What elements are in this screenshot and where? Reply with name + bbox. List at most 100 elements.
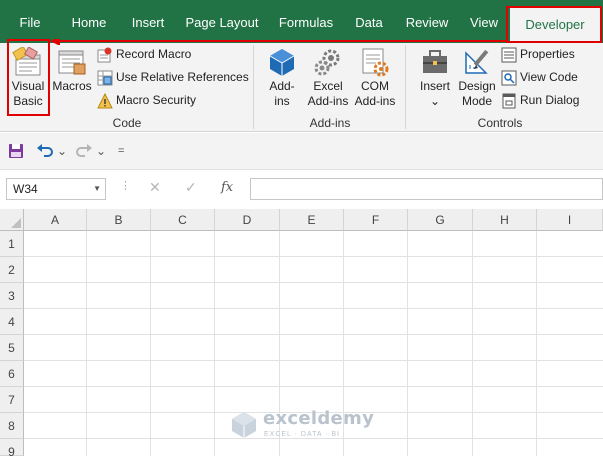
gridline	[24, 256, 603, 257]
insert-controls-label: Insert	[419, 79, 450, 93]
com-add-ins-button[interactable]: COM Add-ins	[352, 47, 398, 109]
tab-page-layout[interactable]: Page Layout	[182, 0, 262, 43]
formula-bar-resize-handle[interactable]: ⋮	[120, 179, 131, 192]
save-icon[interactable]	[8, 143, 24, 159]
enter-icon[interactable]: ✓	[185, 179, 197, 196]
controls-group-label: Controls	[477, 116, 523, 130]
formula-input[interactable]	[250, 178, 603, 200]
column-header-a[interactable]: A	[24, 209, 87, 231]
tab-data[interactable]: Data	[348, 0, 390, 43]
gridline	[214, 231, 215, 456]
gridline	[150, 231, 151, 456]
column-header-h[interactable]: H	[473, 209, 537, 231]
row-header-7[interactable]: 7	[0, 387, 24, 413]
row-header-5[interactable]: 5	[0, 335, 24, 361]
gears-icon	[314, 49, 340, 76]
excel-add-ins-button[interactable]: Excel Add-ins	[305, 47, 351, 109]
watermark-tagline: EXCEL · DATA · BI	[264, 431, 340, 438]
add-ins-button[interactable]: Add- ins	[262, 47, 302, 109]
gridline	[24, 360, 603, 361]
run-dialog-icon	[502, 93, 516, 109]
macro-security-button[interactable]: Macro Security	[97, 90, 196, 110]
column-header-b[interactable]: B	[87, 209, 151, 231]
macros-icon	[58, 50, 86, 75]
view-code-label: View Code	[520, 70, 578, 84]
relative-references-icon	[97, 70, 113, 86]
com-add-ins-label-line2: Add-ins	[354, 94, 396, 108]
record-macro-button[interactable]: Record Macro	[97, 44, 191, 64]
tab-formulas[interactable]: Formulas	[274, 0, 338, 43]
formula-bar: W34 ▼ ⋮ ✕ ✓ fx	[0, 169, 603, 209]
developer-tab-highlight	[506, 6, 602, 43]
add-ins-label-line1: Add-	[269, 79, 295, 93]
row-header-6[interactable]: 6	[0, 361, 24, 387]
tab-file[interactable]: File	[10, 0, 50, 43]
chevron-down-icon: ⌄	[429, 94, 441, 108]
name-box-dropdown-icon[interactable]: ▼	[93, 179, 101, 199]
ribbon-tabs-bar: File Home Insert Page Layout Formulas Da…	[0, 0, 603, 43]
column-header-d[interactable]: D	[215, 209, 280, 231]
customize-qat-icon[interactable]: =	[118, 141, 124, 161]
add-ins-group-label: Add-ins	[309, 116, 351, 130]
name-box[interactable]: W34 ▼	[6, 178, 106, 200]
tab-insert[interactable]: Insert	[124, 0, 172, 43]
insert-controls-button[interactable]: Insert ⌄	[415, 47, 455, 109]
row-header-4[interactable]: 4	[0, 309, 24, 335]
properties-button[interactable]: Properties	[501, 44, 575, 64]
cancel-icon[interactable]: ✕	[149, 179, 161, 196]
tab-review[interactable]: Review	[400, 0, 454, 43]
row-header-3[interactable]: 3	[0, 283, 24, 309]
add-ins-label-line2: ins	[274, 94, 290, 108]
visual-basic-highlight	[7, 39, 50, 116]
macros-label: Macros	[52, 79, 92, 93]
exceldemy-watermark: exceldemy EXCEL · DATA · BI	[230, 408, 380, 448]
view-code-icon	[501, 70, 517, 86]
ribbon-developer: Visual Basic Macros Record Macro Use Rel…	[0, 43, 603, 132]
toolbox-icon	[423, 50, 447, 73]
redo-dropdown-icon[interactable]: ⌄	[96, 141, 106, 161]
gridline	[536, 231, 537, 456]
name-box-value: W34	[13, 182, 38, 196]
column-header-f[interactable]: F	[344, 209, 408, 231]
gridline	[407, 231, 408, 456]
gridline	[24, 334, 603, 335]
worksheet-grid[interactable]: A B C D E F G H I 1 2 3 4 5 6 7 8 9 exce…	[0, 209, 603, 456]
excel-add-ins-label-line2: Add-ins	[307, 94, 349, 108]
view-code-button[interactable]: View Code	[501, 67, 578, 87]
tab-home[interactable]: Home	[64, 0, 114, 43]
quick-access-toolbar: ⌄ ⌄ =	[0, 133, 603, 169]
select-all-button[interactable]	[0, 209, 24, 231]
column-header-g[interactable]: G	[408, 209, 473, 231]
row-header-8[interactable]: 8	[0, 413, 24, 439]
undo-dropdown-icon[interactable]: ⌄	[57, 141, 67, 161]
row-header-2[interactable]: 2	[0, 257, 24, 283]
undo-icon[interactable]	[36, 143, 54, 159]
record-macro-label: Record Macro	[116, 47, 192, 61]
column-header-e[interactable]: E	[280, 209, 344, 231]
column-header-i[interactable]: I	[537, 209, 603, 231]
row-header-1[interactable]: 1	[0, 231, 24, 257]
gridline	[24, 386, 603, 387]
insert-function-icon[interactable]: fx	[221, 180, 233, 195]
gridline	[24, 282, 603, 283]
properties-icon	[501, 47, 517, 63]
properties-label: Properties	[520, 47, 575, 61]
com-add-ins-label-line1: COM	[361, 79, 389, 93]
excel-add-ins-label-line1: Excel	[313, 79, 343, 93]
use-relative-references-button[interactable]: Use Relative References	[97, 67, 249, 87]
exceldemy-logo-icon	[232, 412, 256, 438]
run-dialog-button[interactable]: Run Dialog	[501, 90, 579, 110]
design-mode-button[interactable]: Design Mode	[457, 47, 497, 109]
add-ins-icon	[269, 49, 295, 76]
group-separator	[405, 45, 406, 129]
tab-view[interactable]: View	[464, 0, 504, 43]
row-header-9[interactable]: 9	[0, 439, 24, 456]
design-mode-icon	[465, 49, 489, 74]
macros-button[interactable]: Macros	[52, 47, 92, 94]
redo-icon[interactable]	[75, 143, 93, 159]
design-mode-label-line1: Design	[458, 79, 496, 93]
column-header-c[interactable]: C	[151, 209, 215, 231]
macro-security-label: Macro Security	[116, 93, 197, 107]
record-macro-icon	[97, 47, 112, 63]
code-group-label: Code	[112, 116, 142, 130]
